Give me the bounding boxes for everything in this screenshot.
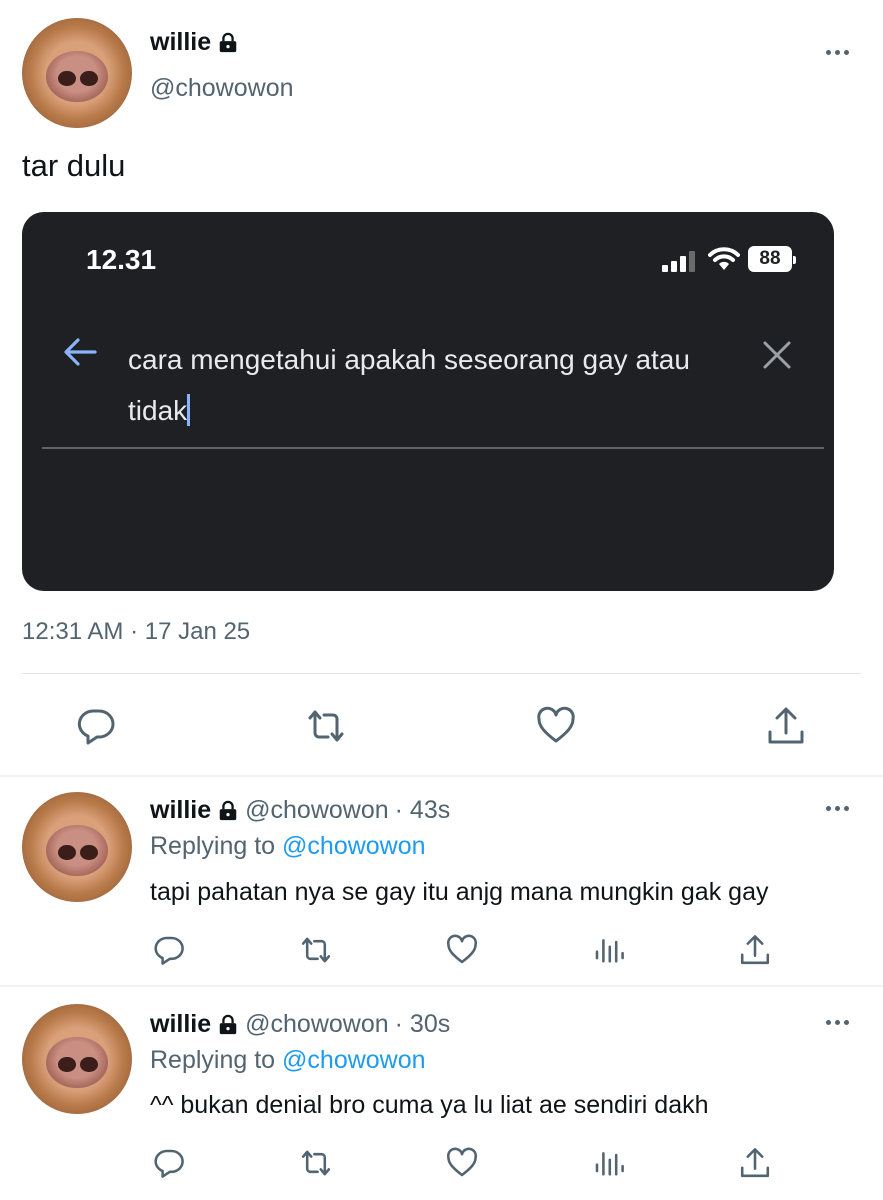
tweet-media[interactable]: 12.31 88 cara mengetahui apakah seseoran… — [22, 212, 834, 591]
author-name-text: willie — [150, 28, 212, 56]
retweet-icon[interactable] — [300, 934, 332, 966]
reply-icon[interactable] — [153, 1147, 185, 1179]
replying-label: Replying to — [150, 832, 276, 860]
share-icon[interactable] — [739, 934, 771, 966]
back-arrow-icon — [64, 338, 97, 366]
lock-icon — [219, 32, 237, 52]
search-query: cara mengetahui apakah seseorang gay ata… — [128, 334, 728, 436]
author-name-text: willie — [150, 796, 212, 824]
author-handle: @chowowon — [245, 796, 389, 824]
divider — [0, 775, 883, 777]
status-time: 12.31 — [86, 244, 157, 275]
mention-link[interactable]: @chowowon — [282, 832, 426, 860]
more-options-icon[interactable] — [826, 1020, 849, 1025]
avatar[interactable] — [22, 1004, 132, 1114]
wifi-icon — [708, 247, 740, 270]
divider — [22, 673, 861, 674]
divider — [0, 985, 883, 987]
reply-author[interactable]: willie @chowowon · 30s — [150, 1010, 450, 1039]
mention-link[interactable]: @chowowon — [282, 1046, 426, 1074]
reply-age: · 30s — [394, 1010, 451, 1038]
replying-to: Replying to @chowowon — [150, 1046, 426, 1075]
battery-indicator: 88 — [748, 246, 796, 272]
reply-age: · 43s — [394, 796, 451, 824]
reply-icon[interactable] — [153, 934, 185, 966]
author-name-text: willie — [150, 1010, 212, 1038]
reply-text: tapi pahatan nya se gay itu anjg mana mu… — [150, 878, 769, 906]
tweet-text: tar dulu — [22, 148, 126, 183]
share-icon[interactable] — [739, 1147, 771, 1179]
retweet-icon[interactable] — [306, 706, 346, 746]
analytics-icon[interactable] — [593, 1147, 625, 1179]
reply-text: ^^ bukan denial bro cuma ya lu liat ae s… — [150, 1091, 709, 1119]
replying-label: Replying to — [150, 1046, 276, 1074]
avatar[interactable] — [22, 792, 132, 902]
reply-icon[interactable] — [76, 706, 116, 746]
author-handle[interactable]: @chowowon — [150, 74, 294, 103]
more-options-icon[interactable] — [826, 50, 849, 55]
like-icon[interactable] — [446, 1147, 478, 1179]
replying-to: Replying to @chowowon — [150, 832, 426, 861]
analytics-icon[interactable] — [593, 934, 625, 966]
signal-icon — [662, 251, 695, 272]
avatar[interactable] — [22, 18, 132, 128]
author-handle: @chowowon — [245, 1010, 389, 1038]
reply-author[interactable]: willie @chowowon · 43s — [150, 796, 450, 825]
divider — [42, 447, 824, 449]
lock-icon — [219, 1014, 237, 1034]
tweet-timestamp[interactable]: 12:31 AM · 17 Jan 25 — [22, 618, 250, 646]
retweet-icon[interactable] — [300, 1147, 332, 1179]
lock-icon — [219, 800, 237, 820]
author-name[interactable]: willie — [150, 28, 239, 57]
text-caret — [187, 394, 191, 426]
more-options-icon[interactable] — [826, 806, 849, 811]
like-icon[interactable] — [536, 706, 576, 746]
share-icon[interactable] — [766, 706, 806, 746]
like-icon[interactable] — [446, 934, 478, 966]
close-icon — [763, 341, 791, 369]
search-query-text: cara mengetahui apakah seseorang gay ata… — [128, 344, 690, 426]
